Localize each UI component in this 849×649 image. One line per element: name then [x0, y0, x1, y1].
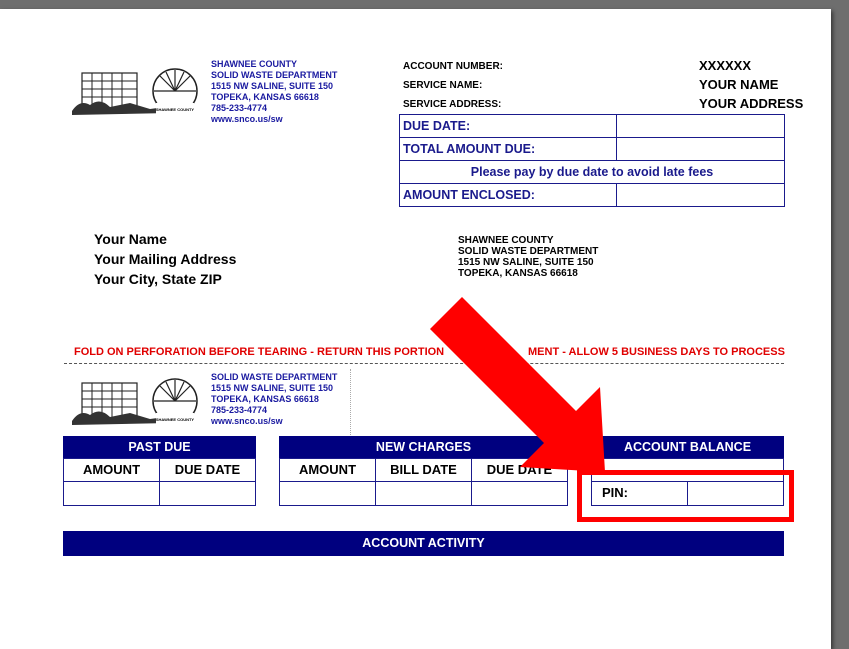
remit-line2: SOLID WASTE DEPARTMENT	[458, 246, 599, 257]
past-due-amount-value	[63, 481, 160, 506]
bill-page: SHAWNEE COUNTY SHAWNEE COUNTY SOLID WAST…	[0, 9, 831, 649]
vertical-perforation	[350, 369, 351, 437]
new-charges-amount-value	[279, 481, 376, 506]
dept-name2-lower: SOLID WASTE DEPARTMENT	[211, 372, 338, 382]
red-arrow-icon	[430, 297, 605, 472]
new-charges-bill-date-value	[375, 481, 472, 506]
new-charges-amount-header: AMOUNT	[279, 458, 376, 482]
fold-instruction-left: FOLD ON PERFORATION BEFORE TEARING - RET…	[74, 346, 445, 358]
account-number-value: XXXXXX	[699, 58, 752, 73]
service-address-value: YOUR ADDRESS	[699, 96, 804, 111]
department-info-lower: SOLID WASTE DEPARTMENT 1515 NW SALINE, S…	[211, 372, 337, 427]
dept-phone: 785-233-4774	[211, 103, 268, 113]
due-date-value	[616, 114, 785, 138]
dept-street: 1515 NW SALINE, SUITE 150	[211, 81, 334, 91]
amount-enclosed-label: AMOUNT ENCLOSED:	[399, 183, 617, 207]
svg-text:SHAWNEE COUNTY: SHAWNEE COUNTY	[156, 107, 195, 112]
service-name-value: YOUR NAME	[699, 77, 779, 92]
dept-web[interactable]: www.snco.us/sw	[211, 114, 337, 125]
service-name-label: SERVICE NAME:	[403, 80, 483, 91]
county-building-logo-lower: SHAWNEE COUNTY	[72, 378, 198, 425]
new-charges-due-date-value	[471, 481, 568, 506]
customer-mailing: Your Mailing Address	[94, 251, 237, 267]
total-due-label: TOTAL AMOUNT DUE:	[399, 137, 617, 161]
service-address-label: SERVICE ADDRESS:	[403, 99, 502, 110]
remit-address: SHAWNEE COUNTY SOLID WASTE DEPARTMENT 15…	[458, 235, 598, 279]
customer-address: Your Name Your Mailing Address Your City…	[94, 229, 236, 289]
due-date-label: DUE DATE:	[399, 114, 617, 138]
remit-line1: SHAWNEE COUNTY	[458, 235, 554, 246]
past-due-date-value	[159, 481, 256, 506]
account-activity-bar: ACCOUNT ACTIVITY	[63, 531, 784, 556]
svg-text:SHAWNEE COUNTY: SHAWNEE COUNTY	[156, 417, 195, 422]
county-building-logo: SHAWNEE COUNTY	[72, 68, 198, 115]
dept-city: TOPEKA, KANSAS 66618	[211, 92, 319, 102]
past-due-header: PAST DUE	[63, 436, 256, 458]
customer-name: Your Name	[94, 231, 167, 247]
dept-name1: SHAWNEE COUNTY	[211, 59, 298, 69]
dept-street-lower: 1515 NW SALINE, SUITE 150	[211, 383, 334, 393]
account-labels: ACCOUNT NUMBER: SERVICE NAME: SERVICE AD…	[403, 57, 503, 114]
dept-web-lower[interactable]: www.snco.us/sw	[211, 416, 337, 427]
total-due-value	[616, 137, 785, 161]
due-date-notice: Please pay by due date to avoid late fee…	[399, 160, 785, 184]
past-due-date-header: DUE DATE	[159, 458, 256, 482]
remit-line3: 1515 NW SALINE, SUITE 150	[458, 257, 594, 268]
remit-line4: TOPEKA, KANSAS 66618	[458, 268, 578, 279]
dept-city-lower: TOPEKA, KANSAS 66618	[211, 394, 319, 404]
dept-name2: SOLID WASTE DEPARTMENT	[211, 70, 338, 80]
amount-enclosed-field[interactable]	[616, 183, 785, 207]
account-number-label: ACCOUNT NUMBER:	[403, 61, 503, 72]
customer-city: Your City, State ZIP	[94, 271, 222, 287]
payment-box: DUE DATE: TOTAL AMOUNT DUE: Please pay b…	[399, 114, 785, 207]
dept-phone-lower: 785-233-4774	[211, 405, 268, 415]
account-values: XXXXXX YOUR NAME YOUR ADDRESS	[699, 56, 803, 113]
department-info: SHAWNEE COUNTY SOLID WASTE DEPARTMENT 15…	[211, 59, 337, 125]
past-due-amount-header: AMOUNT	[63, 458, 160, 482]
